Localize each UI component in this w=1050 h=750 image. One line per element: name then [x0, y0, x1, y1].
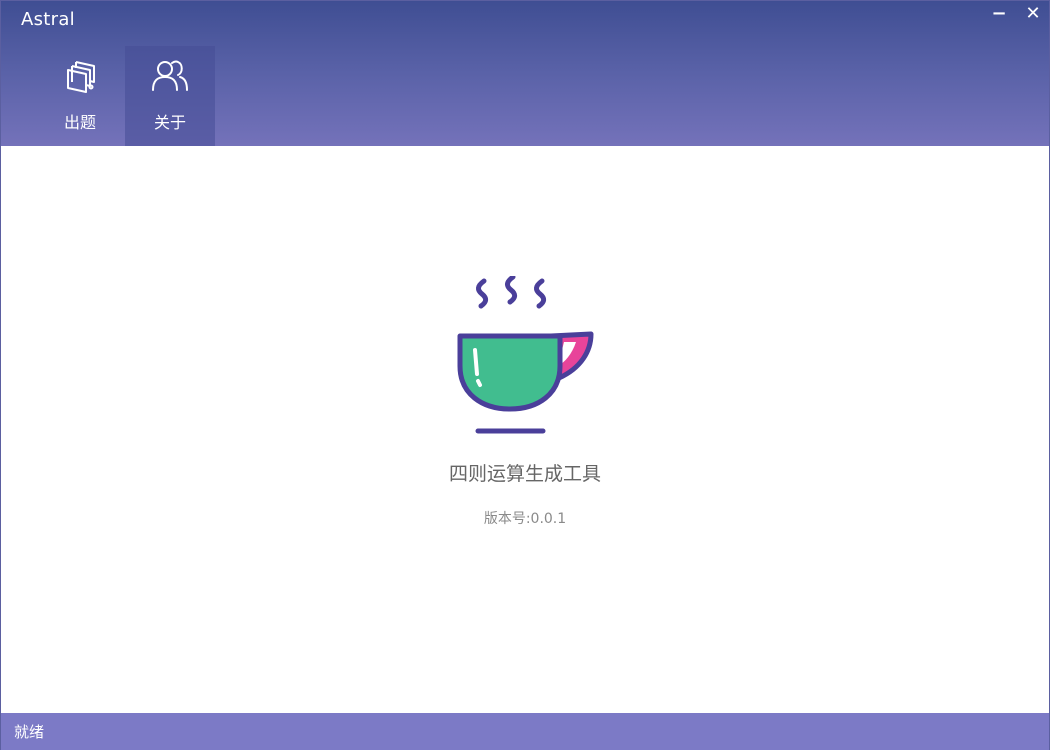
cards-stack-icon [58, 56, 102, 96]
nav-item-about[interactable]: 关于 [125, 46, 215, 146]
users-icon [148, 56, 192, 96]
title-bar: Astral − ✕ 出题 关于 [1, 1, 1049, 146]
nav-item-questions[interactable]: 出题 [35, 46, 125, 146]
nav-item-label: 关于 [153, 113, 186, 132]
coffee-cup-icon [441, 274, 611, 441]
status-bar: 就绪 [1, 713, 1049, 750]
minimize-button[interactable]: − [987, 3, 1011, 27]
app-window: Astral − ✕ 出题 关于 四则运算生成工具 版本号:0.0.1 就绪 [0, 0, 1050, 750]
close-button[interactable]: ✕ [1021, 3, 1045, 27]
status-text: 就绪 [14, 723, 45, 741]
main-nav: 出题 关于 [35, 46, 215, 146]
version-text: 版本号:0.0.1 [483, 511, 567, 527]
app-title: Astral [21, 9, 75, 30]
about-panel: 四则运算生成工具 版本号:0.0.1 [1, 146, 1049, 713]
product-name: 四则运算生成工具 [448, 463, 601, 485]
nav-item-label: 出题 [63, 113, 96, 132]
